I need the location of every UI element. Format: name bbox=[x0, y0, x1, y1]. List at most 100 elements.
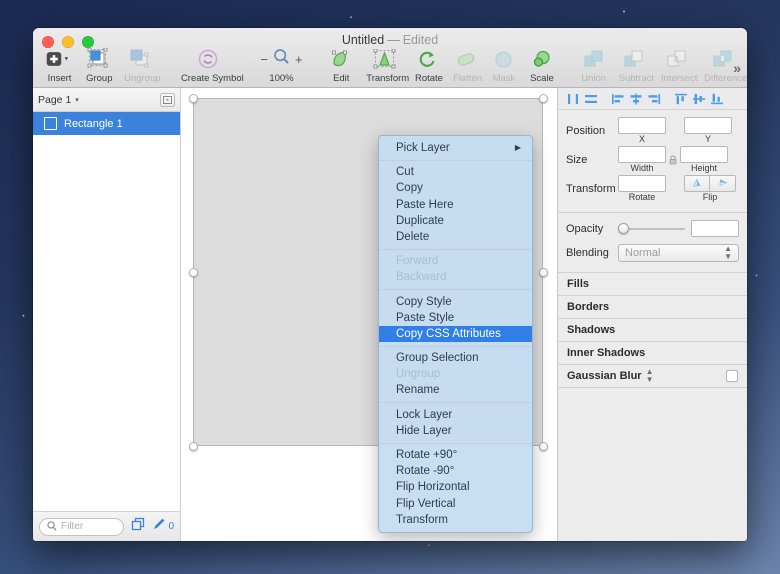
flip-vertical-button[interactable] bbox=[684, 175, 710, 192]
align-left-icon[interactable] bbox=[609, 91, 627, 107]
toolbar-item-transform[interactable]: Transform bbox=[360, 48, 409, 84]
menu-item-copy-style[interactable]: Copy Style bbox=[379, 294, 532, 310]
toolbar: Untitled—Edited Insert bbox=[33, 28, 747, 88]
zoom-out-button[interactable]: − bbox=[260, 52, 268, 67]
mask-icon bbox=[491, 48, 517, 70]
menu-item-duplicate[interactable]: Duplicate bbox=[379, 213, 532, 229]
menu-item-copy-css-attributes[interactable]: Copy CSS Attributes bbox=[379, 326, 532, 342]
position-x-input[interactable] bbox=[618, 117, 666, 134]
ungroup-icon bbox=[124, 48, 155, 70]
menu-item-paste-here[interactable]: Paste Here bbox=[379, 197, 532, 213]
inspector-section-shadows[interactable]: Shadows bbox=[558, 319, 747, 342]
page-selector[interactable]: Page 1 ▾ bbox=[38, 94, 79, 106]
menu-item-rotate-minus-90[interactable]: Rotate -90° bbox=[379, 463, 532, 479]
menu-item-label: Paste Here bbox=[396, 197, 454, 213]
opacity-slider-knob[interactable] bbox=[618, 223, 629, 234]
menu-item-transform[interactable]: Transform bbox=[379, 512, 532, 528]
align-bottom-icon[interactable] bbox=[708, 91, 726, 107]
position-y-input[interactable] bbox=[684, 117, 732, 134]
toolbar-item-group[interactable]: Group bbox=[80, 48, 118, 84]
create-symbol-icon bbox=[181, 48, 235, 70]
handle-e[interactable] bbox=[539, 268, 548, 277]
menu-item-group-selection[interactable]: Group Selection bbox=[379, 350, 532, 366]
search-icon bbox=[47, 518, 57, 536]
align-top-icon[interactable] bbox=[672, 91, 690, 107]
handle-nw[interactable] bbox=[189, 94, 198, 103]
opacity-input[interactable] bbox=[691, 220, 739, 237]
menu-item-label: Copy bbox=[396, 180, 423, 196]
toolbar-label: Union bbox=[581, 73, 607, 84]
menu-item-paste-style[interactable]: Paste Style bbox=[379, 310, 532, 326]
inspector-section-borders[interactable]: Borders bbox=[558, 296, 747, 319]
blending-select[interactable]: Normal ▲▼ bbox=[618, 244, 739, 262]
inspector-section-fills[interactable]: Fills bbox=[558, 273, 747, 296]
layer-row-rectangle-1[interactable]: Rectangle 1 bbox=[33, 112, 180, 135]
toolbar-item-insert[interactable]: Insert bbox=[39, 48, 80, 84]
transform-rotate-input[interactable] bbox=[618, 175, 666, 192]
scale-icon bbox=[529, 48, 555, 70]
context-menu[interactable]: Pick Layer ▶ Cut Copy Paste Here Duplica… bbox=[378, 135, 533, 533]
filter-input[interactable] bbox=[61, 521, 116, 532]
toolbar-label: Create Symbol bbox=[181, 73, 235, 84]
section-label: Shadows bbox=[567, 324, 615, 336]
toolbar-item-scale[interactable]: Scale bbox=[523, 48, 561, 84]
toolbar-item-union: Union bbox=[575, 48, 613, 84]
page-options-button[interactable] bbox=[160, 93, 175, 107]
position-x-sublabel: X bbox=[618, 134, 666, 144]
toolbar-item-create-symbol[interactable]: Create Symbol bbox=[175, 48, 241, 84]
pencil-button[interactable]: 0 bbox=[152, 517, 174, 536]
menu-separator bbox=[379, 346, 532, 347]
menu-item-cut[interactable]: Cut bbox=[379, 164, 532, 180]
duplicate-icon bbox=[131, 517, 145, 536]
handle-ne[interactable] bbox=[539, 94, 548, 103]
zoom-in-button[interactable]: + bbox=[295, 52, 303, 67]
gaussian-blur-checkbox[interactable] bbox=[726, 370, 738, 382]
stepper-icon[interactable]: ▲▼ bbox=[646, 368, 654, 384]
transform-row: Transform Rotate bbox=[566, 175, 739, 202]
handle-sw[interactable] bbox=[189, 442, 198, 451]
toolbar-label: Group bbox=[86, 73, 112, 84]
menu-item-delete[interactable]: Delete bbox=[379, 229, 532, 245]
magnifier-icon bbox=[273, 48, 290, 70]
transform-label: Transform bbox=[566, 183, 618, 195]
flip-horizontal-button[interactable] bbox=[710, 175, 736, 192]
menu-item-flip-horizontal[interactable]: Flip Horizontal bbox=[379, 479, 532, 495]
toolbar-label: Intersect bbox=[661, 73, 692, 84]
distribute-horizontally-icon[interactable] bbox=[564, 91, 582, 107]
handle-w[interactable] bbox=[189, 268, 198, 277]
lock-icon[interactable] bbox=[666, 155, 680, 165]
align-middle-icon[interactable] bbox=[690, 91, 708, 107]
zoom-control[interactable]: − + 100% bbox=[254, 48, 308, 84]
layers-list[interactable]: Rectangle 1 bbox=[33, 112, 180, 511]
page-bar: Page 1 ▾ bbox=[33, 88, 180, 112]
toolbar-label: Rotate bbox=[415, 73, 441, 84]
menu-item-pick-layer[interactable]: Pick Layer ▶ bbox=[379, 140, 532, 156]
toolbar-label: Flatten bbox=[453, 73, 479, 84]
align-right-icon[interactable] bbox=[645, 91, 663, 107]
menu-item-flip-vertical[interactable]: Flip Vertical bbox=[379, 496, 532, 512]
opacity-slider[interactable] bbox=[618, 220, 685, 237]
transform-icon bbox=[366, 48, 403, 70]
menu-item-rename[interactable]: Rename bbox=[379, 382, 532, 398]
menu-item-lock-layer[interactable]: Lock Layer bbox=[379, 407, 532, 423]
section-label: Borders bbox=[567, 301, 609, 313]
rectangle-icon bbox=[44, 117, 57, 130]
toolbar-item-edit[interactable]: Edit bbox=[322, 48, 360, 84]
canvas[interactable]: Pick Layer ▶ Cut Copy Paste Here Duplica… bbox=[181, 88, 557, 541]
inspector-section-gaussian-blur[interactable]: Gaussian Blur ▲▼ bbox=[558, 365, 747, 388]
handle-se[interactable] bbox=[539, 442, 548, 451]
inspector-section-inner-shadows[interactable]: Inner Shadows bbox=[558, 342, 747, 365]
size-width-input[interactable] bbox=[618, 146, 666, 163]
menu-item-copy[interactable]: Copy bbox=[379, 180, 532, 196]
filter-field[interactable] bbox=[39, 518, 124, 536]
toolbar-overflow-button[interactable]: » bbox=[733, 48, 741, 88]
align-center-icon[interactable] bbox=[627, 91, 645, 107]
size-height-input[interactable] bbox=[680, 146, 728, 163]
page-name: Page 1 bbox=[38, 94, 71, 106]
menu-item-rotate-plus-90[interactable]: Rotate +90° bbox=[379, 447, 532, 463]
distribute-vertically-icon[interactable] bbox=[582, 91, 600, 107]
menu-item-hide-layer[interactable]: Hide Layer bbox=[379, 423, 532, 439]
size-label: Size bbox=[566, 154, 618, 166]
toolbar-item-rotate[interactable]: Rotate bbox=[409, 48, 447, 84]
duplicate-button[interactable] bbox=[131, 517, 145, 536]
